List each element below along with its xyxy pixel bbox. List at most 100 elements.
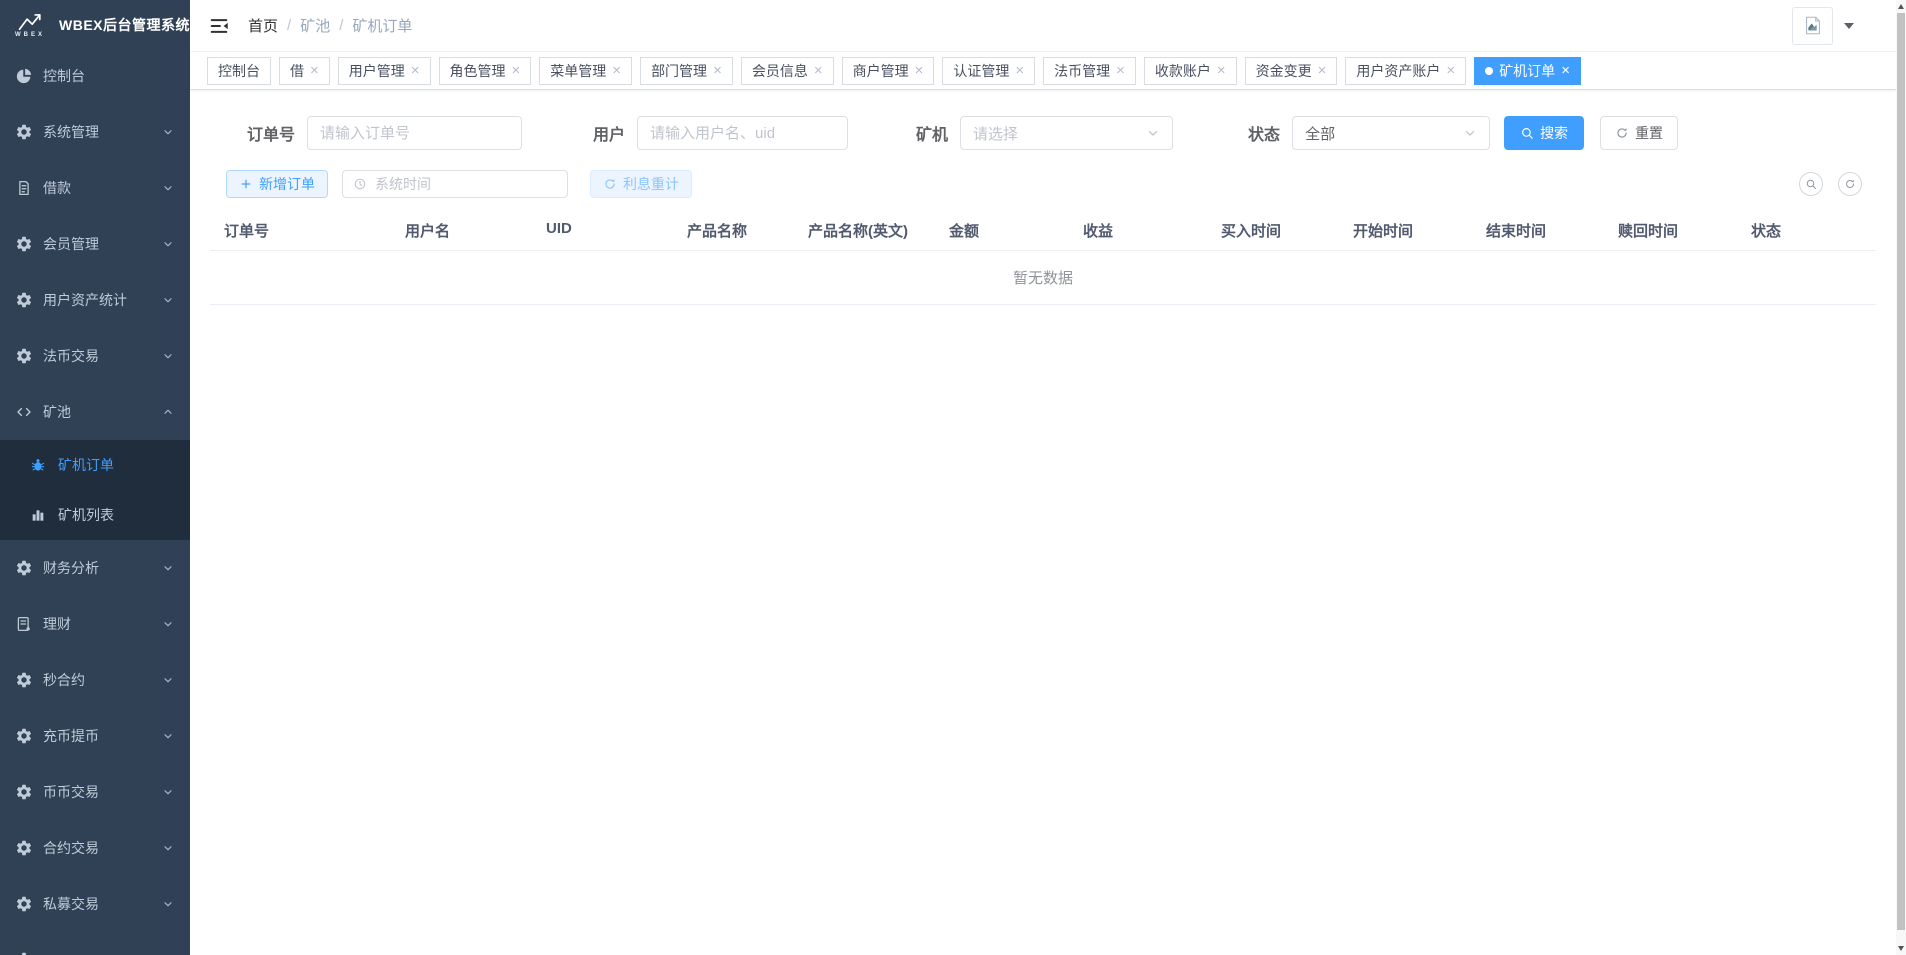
sidebar-item-label: 会员管理: [43, 234, 162, 254]
sidebar-item-miner-list[interactable]: 矿机列表: [0, 490, 190, 540]
loan-icon: [15, 179, 33, 197]
sidebar-item-miner-orders[interactable]: 矿机订单: [0, 440, 190, 490]
refresh-icon: [603, 177, 617, 191]
user-menu-caret-icon[interactable]: [1844, 23, 1854, 29]
close-icon[interactable]: ×: [1446, 63, 1455, 78]
gear-icon: [15, 671, 33, 689]
user-input[interactable]: [637, 116, 848, 150]
close-icon[interactable]: ×: [1561, 63, 1570, 78]
close-icon[interactable]: ×: [612, 63, 621, 78]
chevron-down-icon: [1146, 126, 1160, 140]
main-area: 首页/矿池/矿机订单 控制台借×用户管理×角色管理×菜单管理×部门管理×会员信息…: [190, 0, 1896, 955]
system-time-input[interactable]: [375, 176, 557, 192]
sidebar-item-system-management[interactable]: 系统管理: [0, 104, 190, 160]
close-icon[interactable]: ×: [1015, 63, 1024, 78]
sidebar-item-label: 私募交易: [43, 894, 162, 914]
breadcrumb-item[interactable]: 首页: [248, 15, 278, 36]
search-icon: [1805, 178, 1817, 190]
sidebar-item-user-asset-stats[interactable]: 用户资产统计: [0, 272, 190, 328]
tab-department-management[interactable]: 部门管理 ×: [640, 57, 733, 85]
sidebar-item-more[interactable]: [0, 932, 190, 955]
chevron-down-icon: [162, 618, 174, 630]
app-logo[interactable]: WBEX WBEX后台管理系统: [0, 0, 190, 48]
sidebar-item-loans[interactable]: 借款: [0, 160, 190, 216]
breadcrumb-separator: /: [339, 17, 343, 34]
tab-label: 菜单管理: [550, 61, 606, 81]
tab-auth-management[interactable]: 认证管理×: [942, 57, 1035, 85]
column-header: 产品名称: [673, 212, 794, 250]
table-search-button[interactable]: [1799, 172, 1823, 196]
tab-miner-orders[interactable]: 矿机订单×: [1474, 57, 1581, 85]
breadcrumb-separator: /: [287, 17, 291, 34]
sidebar-item-financial-analysis[interactable]: 财务分析: [0, 540, 190, 596]
close-icon[interactable]: ×: [310, 63, 319, 78]
app-root: WBEX WBEX后台管理系统 控制台系统管理借款会员管理用户资产统计法币交易矿…: [0, 0, 1906, 955]
close-icon[interactable]: ×: [915, 63, 924, 78]
interest-recalc-button[interactable]: 利息重计: [590, 170, 692, 198]
miner-select[interactable]: 请选择: [960, 116, 1173, 150]
close-icon[interactable]: ×: [713, 63, 722, 78]
tab-fund-changes[interactable]: 资金变更 ×: [1245, 57, 1338, 85]
interest-recalc-button-label: 利息重计: [623, 174, 679, 194]
app-title: WBEX后台管理系统: [59, 15, 190, 35]
table-refresh-button[interactable]: [1838, 172, 1862, 196]
page-scrollbar[interactable]: [1896, 0, 1906, 955]
sidebar-item-mining-pool[interactable]: 矿池: [0, 384, 190, 440]
status-select[interactable]: 全部: [1292, 116, 1490, 150]
page-content: 订单号 用户 矿机 请选择 状态 全部: [190, 90, 1896, 955]
tab-user-management[interactable]: 用户管理×: [338, 57, 431, 85]
scroll-up-button[interactable]: [1896, 0, 1906, 13]
code-icon: [15, 403, 33, 421]
order-no-input[interactable]: [307, 116, 522, 150]
sidebar-item-dashboard[interactable]: 控制台: [0, 48, 190, 104]
scroll-down-button[interactable]: [1896, 942, 1906, 955]
orders-table: 订单号用户名UID产品名称产品名称(英文)金额收益买入时间开始时间结束时间赎回时…: [210, 212, 1876, 305]
tab-menu-management[interactable]: 菜单管理 ×: [539, 57, 632, 85]
sidebar-collapse-icon[interactable]: [208, 15, 230, 37]
tab-fiat-management[interactable]: 法币管理×: [1043, 57, 1136, 85]
close-icon[interactable]: ×: [1116, 63, 1125, 78]
tab-payment-accounts[interactable]: 收款账户×: [1144, 57, 1237, 85]
sidebar-item-contract-trading[interactable]: 合约交易: [0, 820, 190, 876]
chevron-down-icon: [162, 674, 174, 686]
gear-icon: [15, 559, 33, 577]
tab-user-asset-accounts[interactable]: 用户资产账户 ×: [1345, 57, 1466, 85]
tab-member-info[interactable]: 会员信息×: [741, 57, 834, 85]
tab-label: 部门管理: [651, 61, 707, 81]
tab-role-management[interactable]: 角色管理 ×: [439, 57, 532, 85]
tab-console[interactable]: 控制台: [207, 57, 271, 85]
close-icon[interactable]: ×: [512, 63, 521, 78]
sidebar-item-label: 矿机订单: [58, 455, 174, 475]
triangle-up-icon: [1898, 4, 1904, 9]
sidebar-item-fiat-trading[interactable]: 法币交易: [0, 328, 190, 384]
tab-loan[interactable]: 借×: [279, 57, 330, 85]
tab-label: 用户资产账户: [1356, 61, 1440, 81]
close-icon[interactable]: ×: [1318, 63, 1327, 78]
chevron-down-icon: [1463, 126, 1477, 140]
scrollbar-thumb[interactable]: [1897, 13, 1905, 930]
tab-label: 角色管理: [450, 61, 506, 81]
sidebar-item-second-contract[interactable]: 秒合约: [0, 652, 190, 708]
sidebar-item-member-management[interactable]: 会员管理: [0, 216, 190, 272]
sidebar-item-private-placement[interactable]: 私募交易: [0, 876, 190, 932]
tab-label: 资金变更: [1256, 61, 1312, 81]
table-empty-state: 暂无数据: [210, 251, 1876, 305]
close-icon[interactable]: ×: [411, 63, 420, 78]
search-button[interactable]: 搜索: [1504, 116, 1584, 150]
avatar[interactable]: [1792, 7, 1833, 45]
chevron-down-icon: [162, 786, 174, 798]
reset-button[interactable]: 重置: [1600, 116, 1678, 150]
bug-icon: [30, 457, 46, 473]
breadcrumb: 首页/矿池/矿机订单: [248, 15, 412, 36]
add-order-button[interactable]: 新增订单: [226, 170, 328, 198]
close-icon[interactable]: ×: [814, 63, 823, 78]
sidebar-item-wealth[interactable]: 理财: [0, 596, 190, 652]
system-time-picker[interactable]: [342, 170, 568, 198]
chevron-down-icon: [162, 126, 174, 138]
sidebar-item-spot-trading[interactable]: 币币交易: [0, 764, 190, 820]
close-icon[interactable]: ×: [1217, 63, 1226, 78]
tab-merchant-management[interactable]: 商户管理×: [842, 57, 935, 85]
tab-label: 借: [290, 61, 304, 81]
sidebar-item-deposit-withdraw[interactable]: 充币提币: [0, 708, 190, 764]
order-no-label: 订单号: [247, 121, 295, 145]
